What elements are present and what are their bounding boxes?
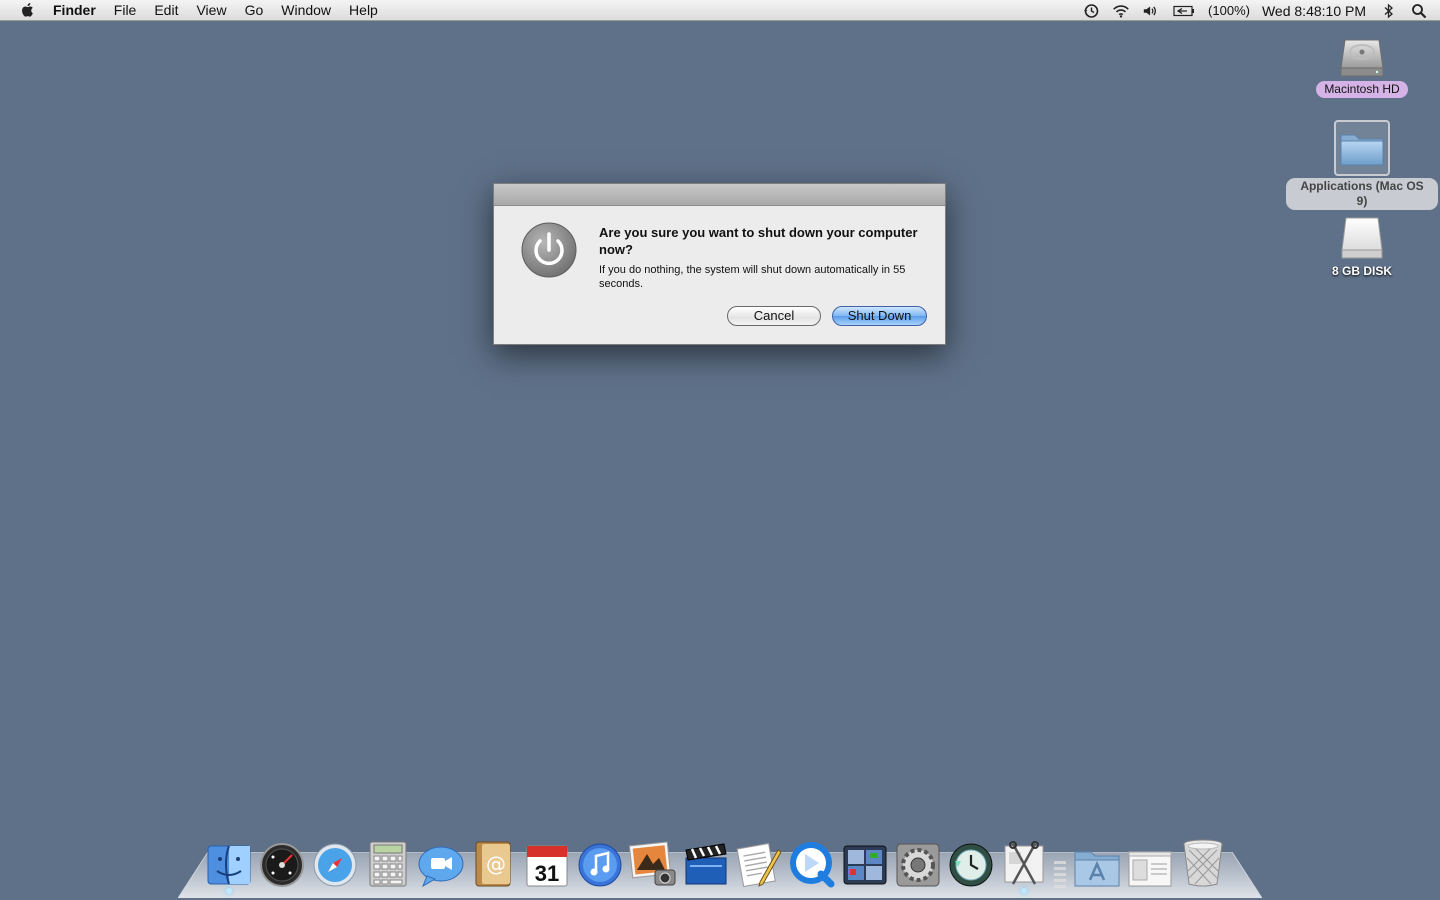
finder-icon: [207, 845, 251, 885]
bluetooth-icon[interactable]: [1380, 3, 1398, 19]
dock-separator: [1053, 836, 1067, 888]
shutdown-dialog: Are you sure you want to shut down your …: [493, 183, 946, 345]
iphoto-icon: [629, 841, 676, 886]
grab-scissors-icon: [1004, 841, 1044, 885]
address-book-icon: @: [475, 841, 511, 887]
desktop-icon-label: 8 GB DISK: [1331, 264, 1392, 278]
dock-item-textedit[interactable]: [735, 836, 783, 888]
dock: @ 31: [205, 828, 1232, 894]
quicktime-icon: [790, 842, 835, 888]
dock-item-ical[interactable]: 31: [523, 836, 571, 888]
menu-extras: (100%) Wed 8:48:10 PM: [1082, 0, 1440, 21]
dock-item-system-preferences[interactable]: [894, 836, 942, 888]
clapperboard-icon: [685, 843, 727, 885]
dock-item-grab[interactable]: [1000, 836, 1048, 894]
dock-item-ichat[interactable]: [417, 836, 465, 888]
dashboard-icon: [260, 843, 304, 887]
menu-edit[interactable]: Edit: [154, 2, 178, 18]
apple-menu-icon[interactable]: [19, 1, 37, 19]
dock-item-applications-stack[interactable]: [1073, 836, 1121, 888]
time-machine-icon: [949, 843, 993, 887]
dock-item-trash[interactable]: [1179, 836, 1227, 888]
dock-item-imovie[interactable]: [682, 836, 730, 888]
running-indicator: [1021, 888, 1027, 894]
hard-drive-icon: [1340, 39, 1384, 77]
dock-item-quicktime[interactable]: [788, 836, 836, 888]
textedit-icon: [736, 842, 782, 888]
spotlight-search-icon[interactable]: [1410, 3, 1428, 19]
gear-icon: [896, 843, 940, 887]
calculator-icon: [369, 841, 407, 887]
desktop-icon-label: Applications (Mac OS 9): [1286, 178, 1438, 210]
menu-window[interactable]: Window: [281, 2, 331, 18]
dock-item-itunes[interactable]: [576, 836, 624, 888]
desktop-icon-macintosh-hd[interactable]: Macintosh HD: [1282, 30, 1440, 98]
dock-item-finder[interactable]: [205, 836, 253, 894]
shut-down-button[interactable]: Shut Down: [832, 306, 927, 326]
svg-text:@: @: [486, 852, 506, 876]
trash-can-icon: [1183, 839, 1223, 887]
menu-clock[interactable]: Wed 8:48:10 PM: [1262, 3, 1366, 19]
applications-folder-icon: [1074, 851, 1120, 887]
menu-bar: Finder File Edit View Go Window Help (10…: [0, 0, 1440, 21]
desktop-icon-label: Macintosh HD: [1316, 81, 1408, 98]
folder-selection-frame: [1334, 120, 1390, 176]
external-disk-icon: [1341, 217, 1383, 259]
battery-icon[interactable]: [1172, 3, 1196, 19]
running-indicator: [226, 888, 232, 894]
desktop-icon-applications-mac-os-9[interactable]: Applications (Mac OS 9): [1282, 120, 1440, 210]
ichat-bubble-icon: [418, 846, 464, 888]
documents-stack-icon: [1128, 851, 1172, 887]
dialog-title: Are you sure you want to shut down your …: [599, 225, 918, 257]
volume-icon[interactable]: [1142, 3, 1160, 19]
menu-help[interactable]: Help: [349, 2, 378, 18]
dock-item-safari[interactable]: [311, 836, 359, 888]
dock-item-dashboard[interactable]: [258, 836, 306, 888]
time-machine-menu-icon[interactable]: [1082, 3, 1100, 19]
dialog-message: If you do nothing, the system will shut …: [599, 264, 906, 290]
calendar-icon: 31: [526, 845, 568, 887]
folder-icon: [1340, 134, 1384, 166]
dock-item-time-machine[interactable]: [947, 836, 995, 888]
spaces-grid-icon: [843, 845, 887, 885]
cancel-button[interactable]: Cancel: [727, 306, 821, 326]
desktop-icon-8gb-disk[interactable]: 8 GB DISK: [1282, 214, 1440, 280]
dock-item-spaces[interactable]: [841, 836, 889, 888]
dock-item-address-book[interactable]: @: [470, 836, 518, 888]
dialog-titlebar[interactable]: [494, 184, 945, 206]
menu-go[interactable]: Go: [245, 2, 264, 18]
power-icon: [521, 222, 577, 278]
dock-item-calculator[interactable]: [364, 836, 412, 888]
safari-compass-icon: [313, 843, 357, 887]
menu-finder[interactable]: Finder: [53, 2, 96, 18]
menu-file[interactable]: File: [114, 2, 137, 18]
battery-percentage: (100%): [1208, 3, 1250, 18]
svg-text:31: 31: [535, 861, 559, 886]
dock-item-documents-stack[interactable]: [1126, 836, 1174, 888]
dock-item-iphoto[interactable]: [629, 836, 677, 888]
itunes-music-note-icon: [578, 843, 622, 887]
menu-view[interactable]: View: [196, 2, 226, 18]
wifi-icon[interactable]: [1112, 3, 1130, 19]
